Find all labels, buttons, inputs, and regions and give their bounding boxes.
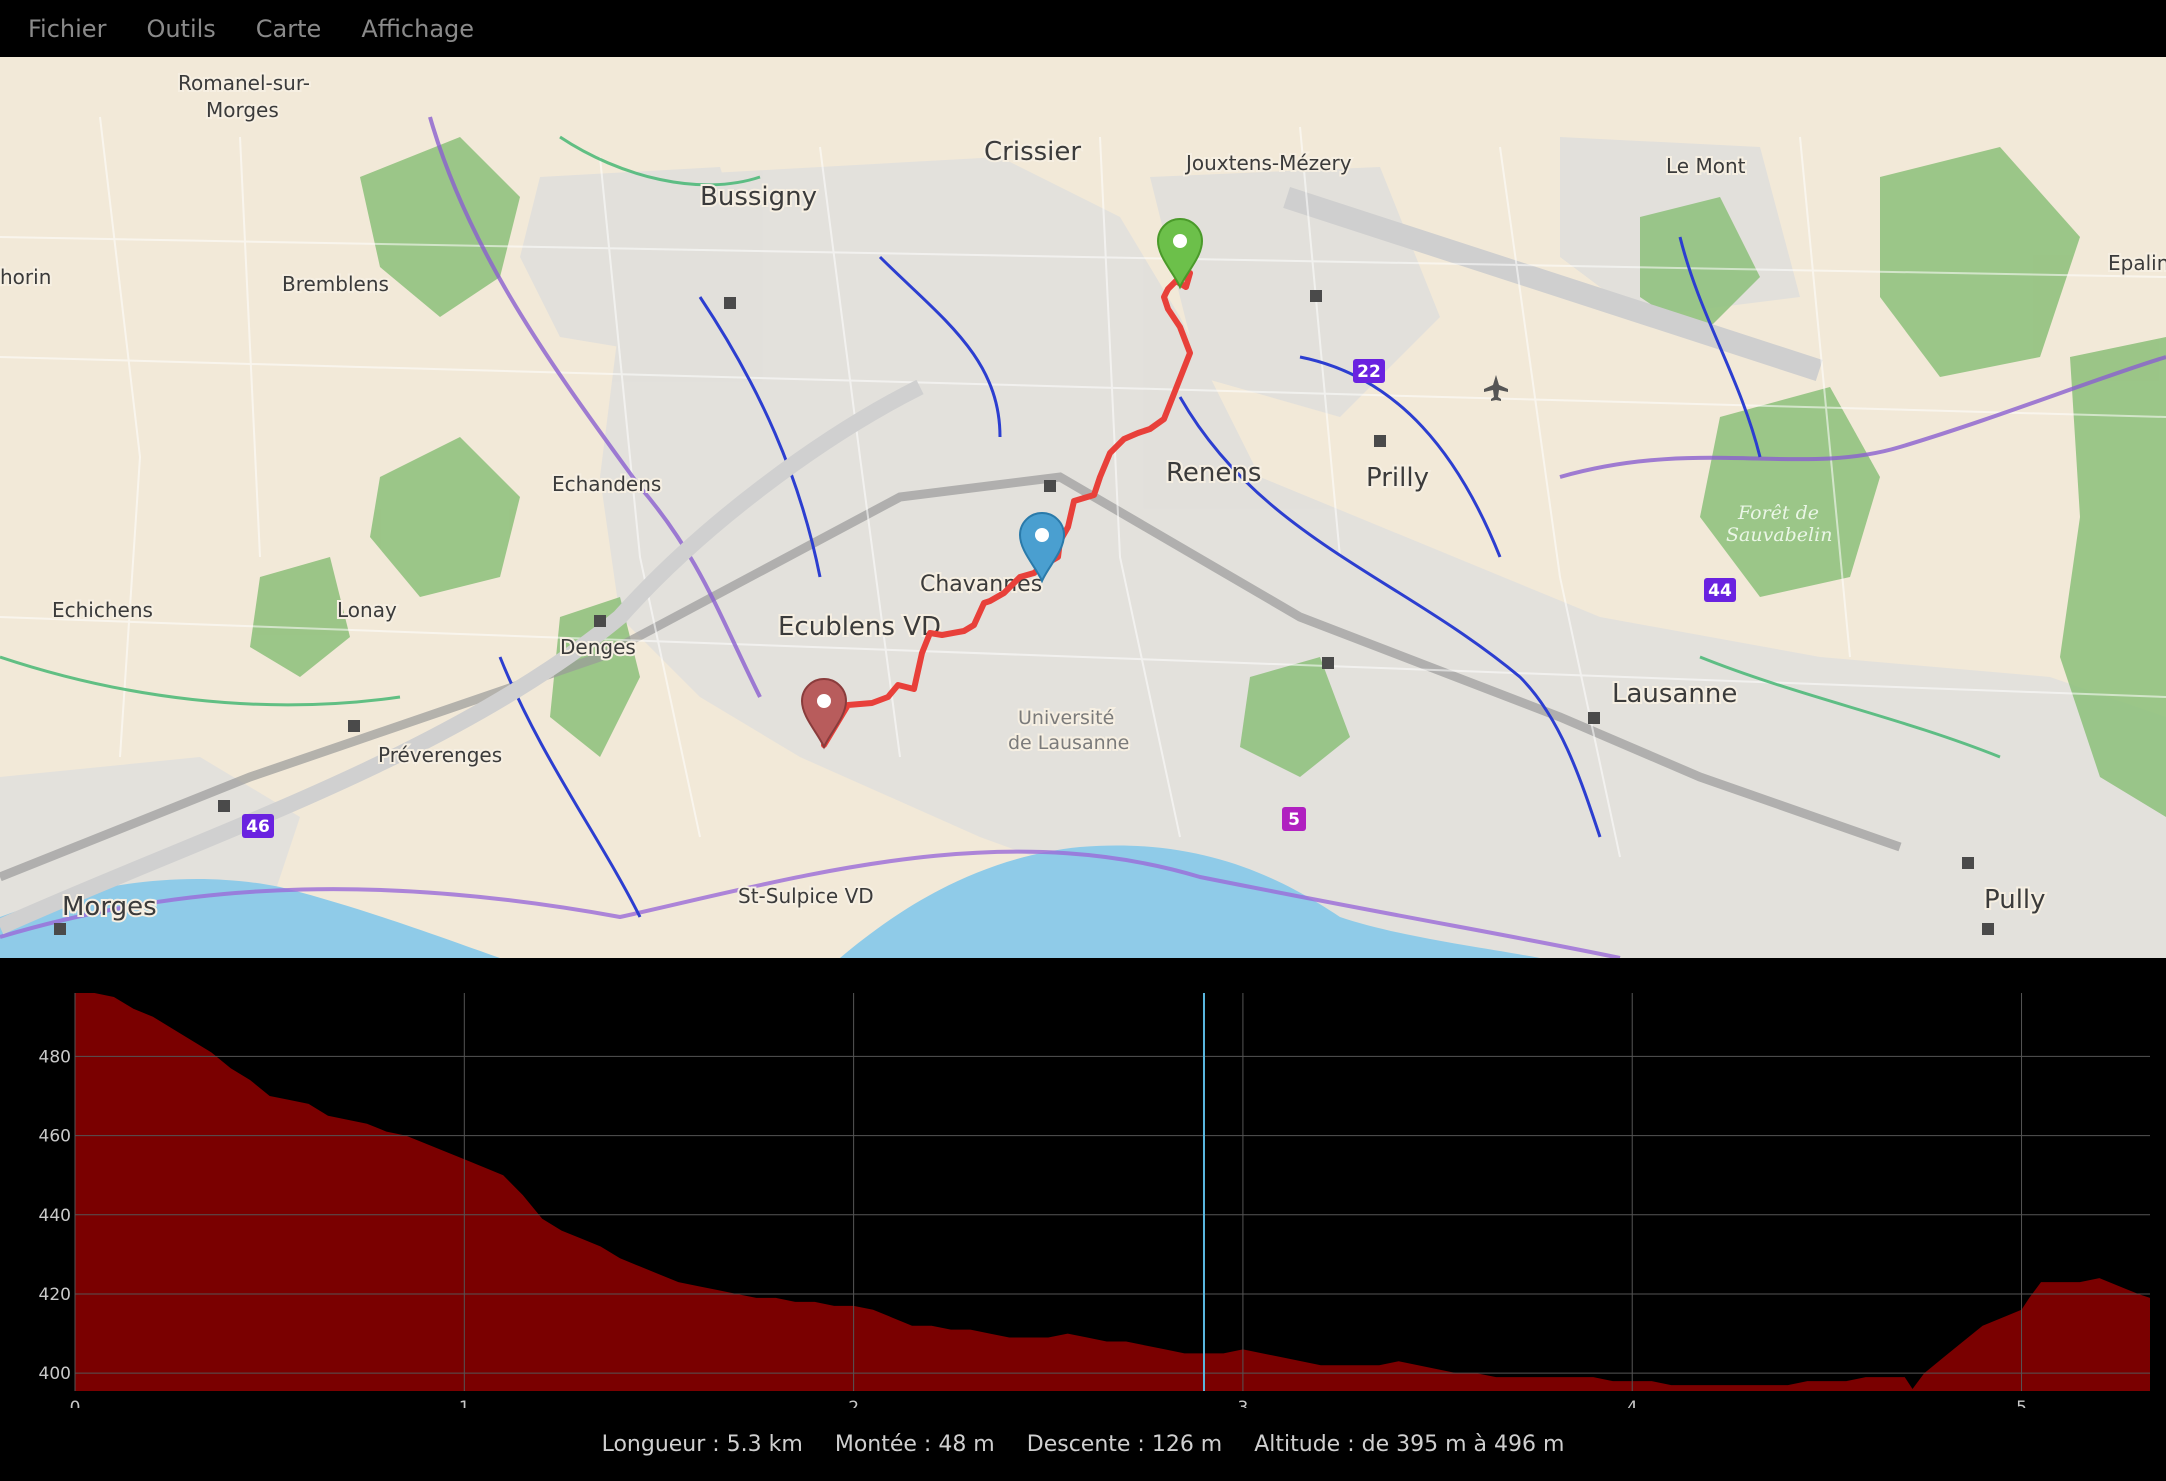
stat-altitude: Altitude : de 395 m à 496 m [1254,1432,1565,1457]
place-le-mont: Le Mont [1666,154,1746,178]
map-canvas[interactable]: 22 44 46 5 Romanel-sur- Morges Crissier … [0,57,2166,958]
place-universite-2: de Lausanne [1008,732,1129,754]
svg-text:44: 44 [1708,581,1732,601]
elevation-chart[interactable]: 480 460 440 420 400 0 1 2 3 4 5 [0,958,2166,1408]
place-lausanne: Lausanne [1612,679,1737,709]
place-prilly: Prilly [1366,463,1429,493]
place-bremblens: Bremblens [282,272,389,296]
elevation-canvas[interactable]: 480 460 440 420 400 0 1 2 3 4 5 [0,958,2166,1408]
svg-text:22: 22 [1357,362,1381,382]
forest-label-2: Sauvabelin [1726,524,1832,546]
svg-text:5: 5 [1288,810,1300,830]
place-universite: Université [1018,707,1114,729]
x-tick-label: 3 [1238,1398,1249,1408]
stat-ascent: Montée : 48 m [834,1432,995,1457]
x-tick-label: 4 [1627,1398,1638,1408]
place-lonay: Lonay [337,598,397,622]
place-romanel: Romanel-sur- [178,71,310,95]
y-tick-label: 480 [39,1047,71,1067]
stat-descent: Descente : 126 m [1026,1432,1223,1457]
place-echichens: Echichens [52,598,153,622]
place-ecublens: Ecublens VD [778,612,941,642]
place-preverenges: Préverenges [378,743,502,767]
stat-length: Longueur : 5.3 km [601,1432,803,1457]
elevation-area [75,993,2150,1391]
menu-outils[interactable]: Outils [146,15,215,43]
x-tick-label: 0 [70,1398,81,1408]
y-tick-label: 460 [39,1127,71,1147]
menu-carte[interactable]: Carte [256,15,322,43]
x-tick-label: 2 [848,1398,859,1408]
menu-affichage[interactable]: Affichage [361,15,474,43]
place-denges: Denges [560,635,636,659]
place-st-sulpice: St-Sulpice VD [738,884,874,908]
place-crissier: Crissier [984,137,1081,167]
place-morges: Morges [62,892,157,922]
y-tick-label: 420 [39,1285,71,1305]
place-pully: Pully [1984,885,2046,915]
x-tick-label: 1 [459,1398,470,1408]
forest-label-1: Forêt de [1737,502,1819,524]
menu-fichier[interactable]: Fichier [28,15,106,43]
svg-text:46: 46 [246,817,270,837]
menu-bar: Fichier Outils Carte Affichage [0,0,2166,57]
place-bussigny: Bussigny [700,182,817,212]
y-tick-label: 400 [39,1364,71,1384]
place-epalinges: Epaling [2108,251,2166,275]
place-renens: Renens [1166,458,1261,488]
x-tick-label: 5 [2016,1398,2027,1408]
map-view[interactable]: 22 44 46 5 Romanel-sur- Morges Crissier … [0,57,2166,958]
status-bar: Longueur : 5.3 km Montée : 48 m Descente… [0,1408,2166,1481]
y-tick-label: 440 [39,1206,71,1226]
place-jouxtens: Jouxtens-Mézery [1184,151,1352,175]
place-echandens: Echandens [552,472,661,496]
place-horin: horin [0,265,51,289]
place-morges-north: Morges [206,98,279,122]
